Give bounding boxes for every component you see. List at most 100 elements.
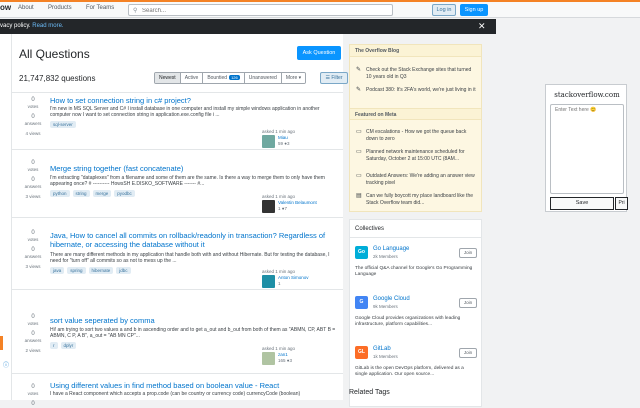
- signup-button[interactable]: Sign up: [460, 4, 488, 16]
- popup-title: stackoverflow.com: [554, 91, 620, 99]
- question-item: 0 votes 0 answers 4 views How to set conne…: [12, 93, 343, 150]
- blog-widget: The Overflow Blog ✎ Check out the Stack E…: [349, 44, 482, 212]
- notes-popup: stackoverflow.com Save Pri: [545, 84, 628, 212]
- tab-newest[interactable]: Newest: [155, 73, 181, 83]
- user-reputation: 59 ●3: [278, 141, 290, 146]
- tag-list: java spring hibernate jdbc: [50, 267, 131, 274]
- collective-name[interactable]: GitLab: [373, 346, 391, 352]
- meta-item-text: Planned network maintenance scheduled fo…: [366, 149, 465, 162]
- tag[interactable]: java: [50, 267, 65, 274]
- blog-item-text: Podcast 380: It's 2FA's world, we're jus…: [366, 87, 476, 93]
- tag[interactable]: r: [50, 342, 58, 349]
- user-name[interactable]: Valentin Belaumont: [278, 200, 317, 205]
- user-name[interactable]: zan1: [278, 352, 288, 357]
- asked-time: asked 1 min ago: [262, 346, 296, 351]
- question-stats: 0 votes 0 answers 4 views: [20, 97, 46, 141]
- collective-members: 9k Members: [373, 304, 398, 309]
- tab-bountied[interactable]: Bountied 126: [203, 73, 245, 83]
- save-button[interactable]: Save: [550, 197, 614, 210]
- tag[interactable]: dplyr: [60, 342, 77, 349]
- collectives-widget: Collectives Go Go Language 2k Members Jo…: [349, 219, 482, 407]
- tag[interactable]: merge: [92, 190, 112, 197]
- question-stats: 0 votes 0 answers 3 views: [20, 160, 46, 204]
- question-title[interactable]: Java, How to cancel all commits on rollb…: [50, 231, 340, 249]
- tag-list: python string merge pyodbc: [50, 190, 135, 197]
- tag[interactable]: spring: [67, 267, 86, 274]
- nav-products[interactable]: Products: [48, 5, 72, 11]
- meta-item[interactable]: ▭ CM escalations - How we got the queue b…: [356, 129, 478, 142]
- tag[interactable]: sql-server: [50, 121, 76, 128]
- avatar[interactable]: [262, 135, 275, 148]
- nav-for-teams[interactable]: For Teams: [86, 5, 114, 11]
- collective-members: 1k Members: [373, 354, 398, 359]
- collective-description: The official Q&A channel for Google's Go…: [355, 266, 473, 277]
- pencil-icon: ✎: [356, 87, 362, 93]
- votes-label: votes: [27, 391, 39, 396]
- vote-count: 0: [31, 97, 35, 103]
- question-title[interactable]: Using different values in find method ba…: [50, 381, 340, 390]
- blog-item-text: Check out the Stack Exchange sites that …: [366, 67, 472, 80]
- view-count: 3 views: [25, 194, 41, 199]
- collective-description: GitLab is the open DevOps platform, deli…: [355, 366, 464, 377]
- question-title[interactable]: Merge string together (fast concatenate): [50, 164, 340, 173]
- question-title[interactable]: sort value seperated by comma: [50, 316, 340, 325]
- page-title: All Questions: [19, 47, 90, 61]
- view-count: 2 views: [25, 348, 41, 353]
- question-title[interactable]: How to set connection string in c# proje…: [50, 96, 340, 105]
- google-cloud-logo-icon[interactable]: G: [355, 296, 368, 309]
- join-button[interactable]: Join: [459, 248, 477, 258]
- tab-active[interactable]: Active: [180, 73, 204, 83]
- collective-name[interactable]: Go Language: [373, 246, 409, 252]
- gitlab-logo-icon[interactable]: GL: [355, 346, 368, 359]
- join-button[interactable]: Join: [459, 298, 477, 308]
- print-button[interactable]: Pri: [615, 197, 628, 210]
- meta-item-text: Outdated Answers: We're adding an answer…: [366, 173, 475, 186]
- info-icon[interactable]: ⓘ: [3, 360, 9, 369]
- stackoverflow-logo[interactable]: ow: [0, 3, 11, 12]
- question-excerpt: I have a React component which accepts a…: [50, 391, 301, 397]
- avatar[interactable]: [262, 275, 275, 288]
- meta-item-text: Can we fully boycott my place landboard …: [366, 193, 474, 206]
- tag[interactable]: string: [72, 190, 90, 197]
- tag[interactable]: python: [50, 190, 70, 197]
- question-count: 21,747,832 questions: [19, 74, 96, 83]
- user-name[interactable]: Anton Simonov: [278, 275, 309, 280]
- user-reputation: 1: [278, 281, 281, 286]
- meta-item[interactable]: ▭ Planned network maintenance scheduled f…: [356, 149, 478, 162]
- read-more-link[interactable]: Read more.: [32, 23, 63, 29]
- vote-count: 0: [31, 160, 35, 166]
- blog-item[interactable]: ✎ Check out the Stack Exchange sites that…: [356, 67, 478, 80]
- filter-button[interactable]: ☰ Filter: [320, 72, 348, 84]
- note-textarea[interactable]: [550, 104, 624, 194]
- user-name[interactable]: Miau: [278, 135, 288, 140]
- asked-time: asked 1 min ago: [262, 194, 296, 199]
- vote-count: 0: [31, 230, 35, 236]
- login-button[interactable]: Log in: [432, 4, 456, 16]
- search-input[interactable]: [142, 6, 382, 15]
- tag[interactable]: jdbc: [116, 267, 131, 274]
- meta-item-text: CM escalations - How we got the queue ba…: [366, 129, 467, 142]
- go-logo-icon[interactable]: Go: [355, 246, 368, 259]
- join-button[interactable]: Join: [459, 348, 477, 358]
- avatar[interactable]: [262, 200, 275, 213]
- tag[interactable]: hibernate: [88, 267, 114, 274]
- nav-about[interactable]: About: [18, 5, 34, 11]
- related-tags-header: Related Tags: [349, 389, 390, 396]
- tag[interactable]: pyodbc: [114, 190, 135, 197]
- tab-more[interactable]: More ▾: [281, 73, 306, 83]
- tag-list: r dplyr: [50, 342, 77, 349]
- blog-item[interactable]: ✎ Podcast 380: It's 2FA's world, we're ju…: [356, 87, 478, 94]
- user-reputation: 1 ●7: [278, 206, 287, 211]
- answer-count: 0: [31, 331, 35, 337]
- ask-question-button[interactable]: Ask Question: [297, 46, 341, 60]
- close-icon[interactable]: ✕: [478, 21, 486, 32]
- user-reputation: 165 ●3: [278, 358, 292, 363]
- main-content: All Questions Ask Question 21,747,832 qu…: [12, 34, 348, 407]
- meta-item[interactable]: ▭ Outdated Answers: We're adding an answe…: [356, 173, 478, 186]
- tab-unanswered[interactable]: Unanswered: [244, 73, 282, 83]
- answers-label: answers: [24, 121, 42, 126]
- answers-label: answers: [24, 184, 42, 189]
- meta-item[interactable]: ▤ Can we fully boycott my place landboard…: [356, 193, 478, 206]
- avatar[interactable]: [262, 352, 275, 365]
- collective-name[interactable]: Google Cloud: [373, 296, 410, 302]
